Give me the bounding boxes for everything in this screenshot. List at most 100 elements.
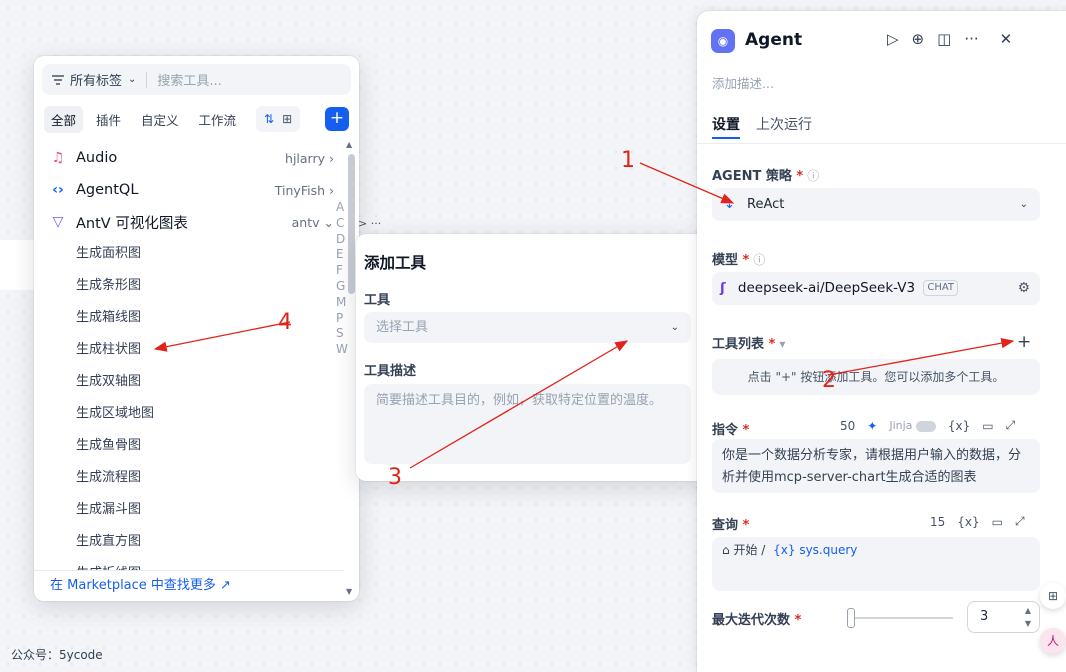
tool-search-input[interactable]: 搜索工具...: [157, 70, 221, 89]
add-tool-button[interactable]: +: [1017, 332, 1031, 352]
assistant-avatar-icon[interactable]: 人: [1040, 628, 1066, 654]
sys-query-var: {x} sys.query: [773, 543, 858, 557]
provider-audio[interactable]: ♫ Audio hjlarry ›: [34, 142, 344, 174]
scroll-down-arrow[interactable]: ▼: [346, 587, 352, 596]
tool-search-bar: 所有标签 ⌄ 搜索工具...: [42, 64, 351, 95]
antv-icon: ▽: [52, 214, 64, 230]
tree-view-icon[interactable]: ⊞: [278, 112, 296, 126]
more-icon[interactable]: ···: [964, 30, 978, 48]
search-divider: [146, 71, 148, 88]
close-icon[interactable]: ✕: [1000, 30, 1013, 48]
tool-item-line-chart[interactable]: 生成折线图: [34, 558, 344, 570]
instruction-count: 50: [840, 418, 856, 433]
strategy-value: ReAct: [747, 197, 785, 212]
tool-item-area-chart[interactable]: 生成面积图: [34, 238, 344, 270]
tools-empty-hint: 点击 "+" 按钮添加工具。您可以添加多个工具。: [712, 359, 1040, 395]
tab-workflow[interactable]: 工作流: [192, 106, 244, 133]
stepper-arrows-icon[interactable]: ▲ ▼: [1025, 604, 1031, 630]
list-scrollbar[interactable]: [348, 154, 355, 294]
chevron-down-icon: ⌄: [1019, 199, 1028, 210]
annotation-label-4: 4: [278, 310, 292, 335]
query-editor[interactable]: ⌂ 开始 / {x} sys.query: [712, 537, 1040, 591]
jinja-toggle[interactable]: Jinja: [889, 419, 936, 432]
chat-badge: CHAT: [923, 280, 959, 296]
model-value: deepseek-ai/DeepSeek-V3: [737, 280, 916, 296]
tool-item-funnel[interactable]: 生成漏斗图: [34, 494, 344, 526]
marketplace-link[interactable]: 在 Marketplace 中查找更多 ↗: [34, 570, 344, 601]
chevron-right-icon: ›: [329, 182, 334, 198]
tool-item-column-chart[interactable]: 生成柱状图: [34, 334, 344, 366]
audio-icon: ♫: [51, 150, 65, 166]
model-select[interactable]: ʃ deepseek-ai/DeepSeek-V3 CHAT ⚙: [712, 272, 1040, 305]
active-tab-indicator: [712, 137, 740, 139]
provider-author: TinyFish ›: [274, 182, 334, 198]
strategy-label: AGENT 策略 * ⓘ: [712, 169, 820, 184]
variable-icon[interactable]: {x}: [948, 419, 970, 433]
tab-plugins[interactable]: 插件: [89, 106, 128, 133]
annotation-label-3: 3: [388, 465, 402, 490]
annotation-label-1: 1: [621, 148, 635, 173]
scroll-up-arrow[interactable]: ▲: [346, 140, 352, 149]
model-settings-icon[interactable]: ⚙: [1018, 272, 1030, 305]
instruction-label: 指令 *: [712, 423, 750, 438]
provider-author: antv ⌄: [291, 214, 334, 230]
instruction-editor[interactable]: 你是一个数据分析专家，请根据用户输入的数据，分析并使用mcp-server-ch…: [712, 439, 1040, 493]
start-node-chip: ⌂ 开始 /: [722, 543, 766, 557]
apps-grid-icon[interactable]: ⊞: [1040, 583, 1066, 609]
chevron-right-icon: ›: [329, 150, 334, 166]
expand-icon[interactable]: ⤢: [1006, 418, 1016, 433]
tab-last-run[interactable]: 上次运行: [756, 114, 812, 134]
tab-all[interactable]: 全部: [44, 105, 84, 133]
iterations-slider-knob[interactable]: [847, 608, 855, 628]
iterations-slider-track[interactable]: [847, 617, 953, 619]
tag-filter-dropdown[interactable]: 所有标签: [70, 70, 122, 89]
tab-settings[interactable]: 设置: [712, 114, 740, 134]
provider-agentql[interactable]: ‹› AgentQL TinyFish ›: [34, 174, 344, 206]
locate-icon[interactable]: ⊕: [912, 30, 925, 48]
tools-list-label: 工具列表 * ▾: [712, 337, 786, 352]
filter-icon: [52, 74, 64, 85]
agent-node-icon: ◉: [711, 29, 735, 53]
description-input[interactable]: 添加描述...: [712, 73, 774, 92]
tool-item-bar-chart[interactable]: 生成条形图: [34, 270, 344, 302]
tab-custom[interactable]: 自定义: [134, 106, 186, 133]
chevron-down-icon: ⌄: [323, 214, 334, 230]
provider-name: AntV 可视化图表: [76, 215, 188, 232]
provider-antv[interactable]: ▽ AntV 可视化图表 antv ⌄: [34, 206, 344, 238]
provider-name: AgentQL: [76, 182, 139, 198]
tool-desc-label: 工具描述: [364, 364, 417, 379]
tool-description-input[interactable]: 简要描述工具目的，例如，获取特定位置的温度。: [364, 384, 691, 464]
tool-select[interactable]: 选择工具 ⌄: [364, 312, 691, 343]
tool-item-district-map[interactable]: 生成区域地图: [34, 398, 344, 430]
tool-item-fishbone[interactable]: 生成鱼骨图: [34, 430, 344, 462]
split-view-icon[interactable]: ◫: [937, 30, 951, 48]
run-icon[interactable]: ▷: [887, 30, 899, 48]
tool-item-flow-diagram[interactable]: 生成流程图: [34, 462, 344, 494]
model-label: 模型 * ⓘ: [712, 253, 766, 268]
iterations-stepper[interactable]: 3 ▲ ▼: [967, 601, 1040, 633]
agent-settings-panel: ◉ Agent ▷ ⊕ ◫ ··· ✕ 添加描述... 设置 上次运行 AGEN…: [697, 11, 1066, 672]
expand-icon[interactable]: ⤢: [1015, 514, 1025, 529]
add-custom-tool-button[interactable]: +: [325, 107, 349, 131]
clipboard-icon[interactable]: ▭: [982, 419, 993, 433]
max-iterations-label: 最大迭代次数 *: [712, 613, 802, 628]
tab-divider: [697, 143, 1066, 144]
ai-generate-icon[interactable]: ✦: [867, 419, 877, 433]
tool-select-placeholder: 选择工具: [376, 320, 429, 335]
agent-title[interactable]: Agent: [745, 30, 802, 50]
tool-picker-popover: 所有标签 ⌄ 搜索工具... 全部 插件 自定义 工作流 ⇅ ⊞ + ♫ Aud…: [34, 56, 359, 601]
watermark: 公众号：5ycode: [11, 648, 103, 662]
provider-author: hjlarry ›: [285, 150, 334, 166]
strategy-select[interactable]: ⇣ ReAct ⌄: [712, 188, 1040, 221]
add-tool-popup: 添加工具 工具 选择工具 ⌄ 工具描述 简要描述工具目的，例如，获取特定位置的温…: [356, 234, 708, 481]
clipboard-icon[interactable]: ▭: [992, 515, 1003, 529]
tool-item-dual-axes[interactable]: 生成双轴图: [34, 366, 344, 398]
iterations-value: 3: [980, 609, 989, 624]
react-icon: ⇣: [724, 197, 735, 212]
popup-more-icon[interactable]: > ···: [358, 217, 381, 230]
sort-az-icon[interactable]: ⇅: [260, 112, 278, 126]
query-tools: 15 {x} ▭ ⤢: [930, 514, 1025, 529]
variable-icon[interactable]: {x}: [957, 515, 979, 529]
tool-item-histogram[interactable]: 生成直方图: [34, 526, 344, 558]
tool-item-boxplot[interactable]: 生成箱线图: [34, 302, 344, 334]
